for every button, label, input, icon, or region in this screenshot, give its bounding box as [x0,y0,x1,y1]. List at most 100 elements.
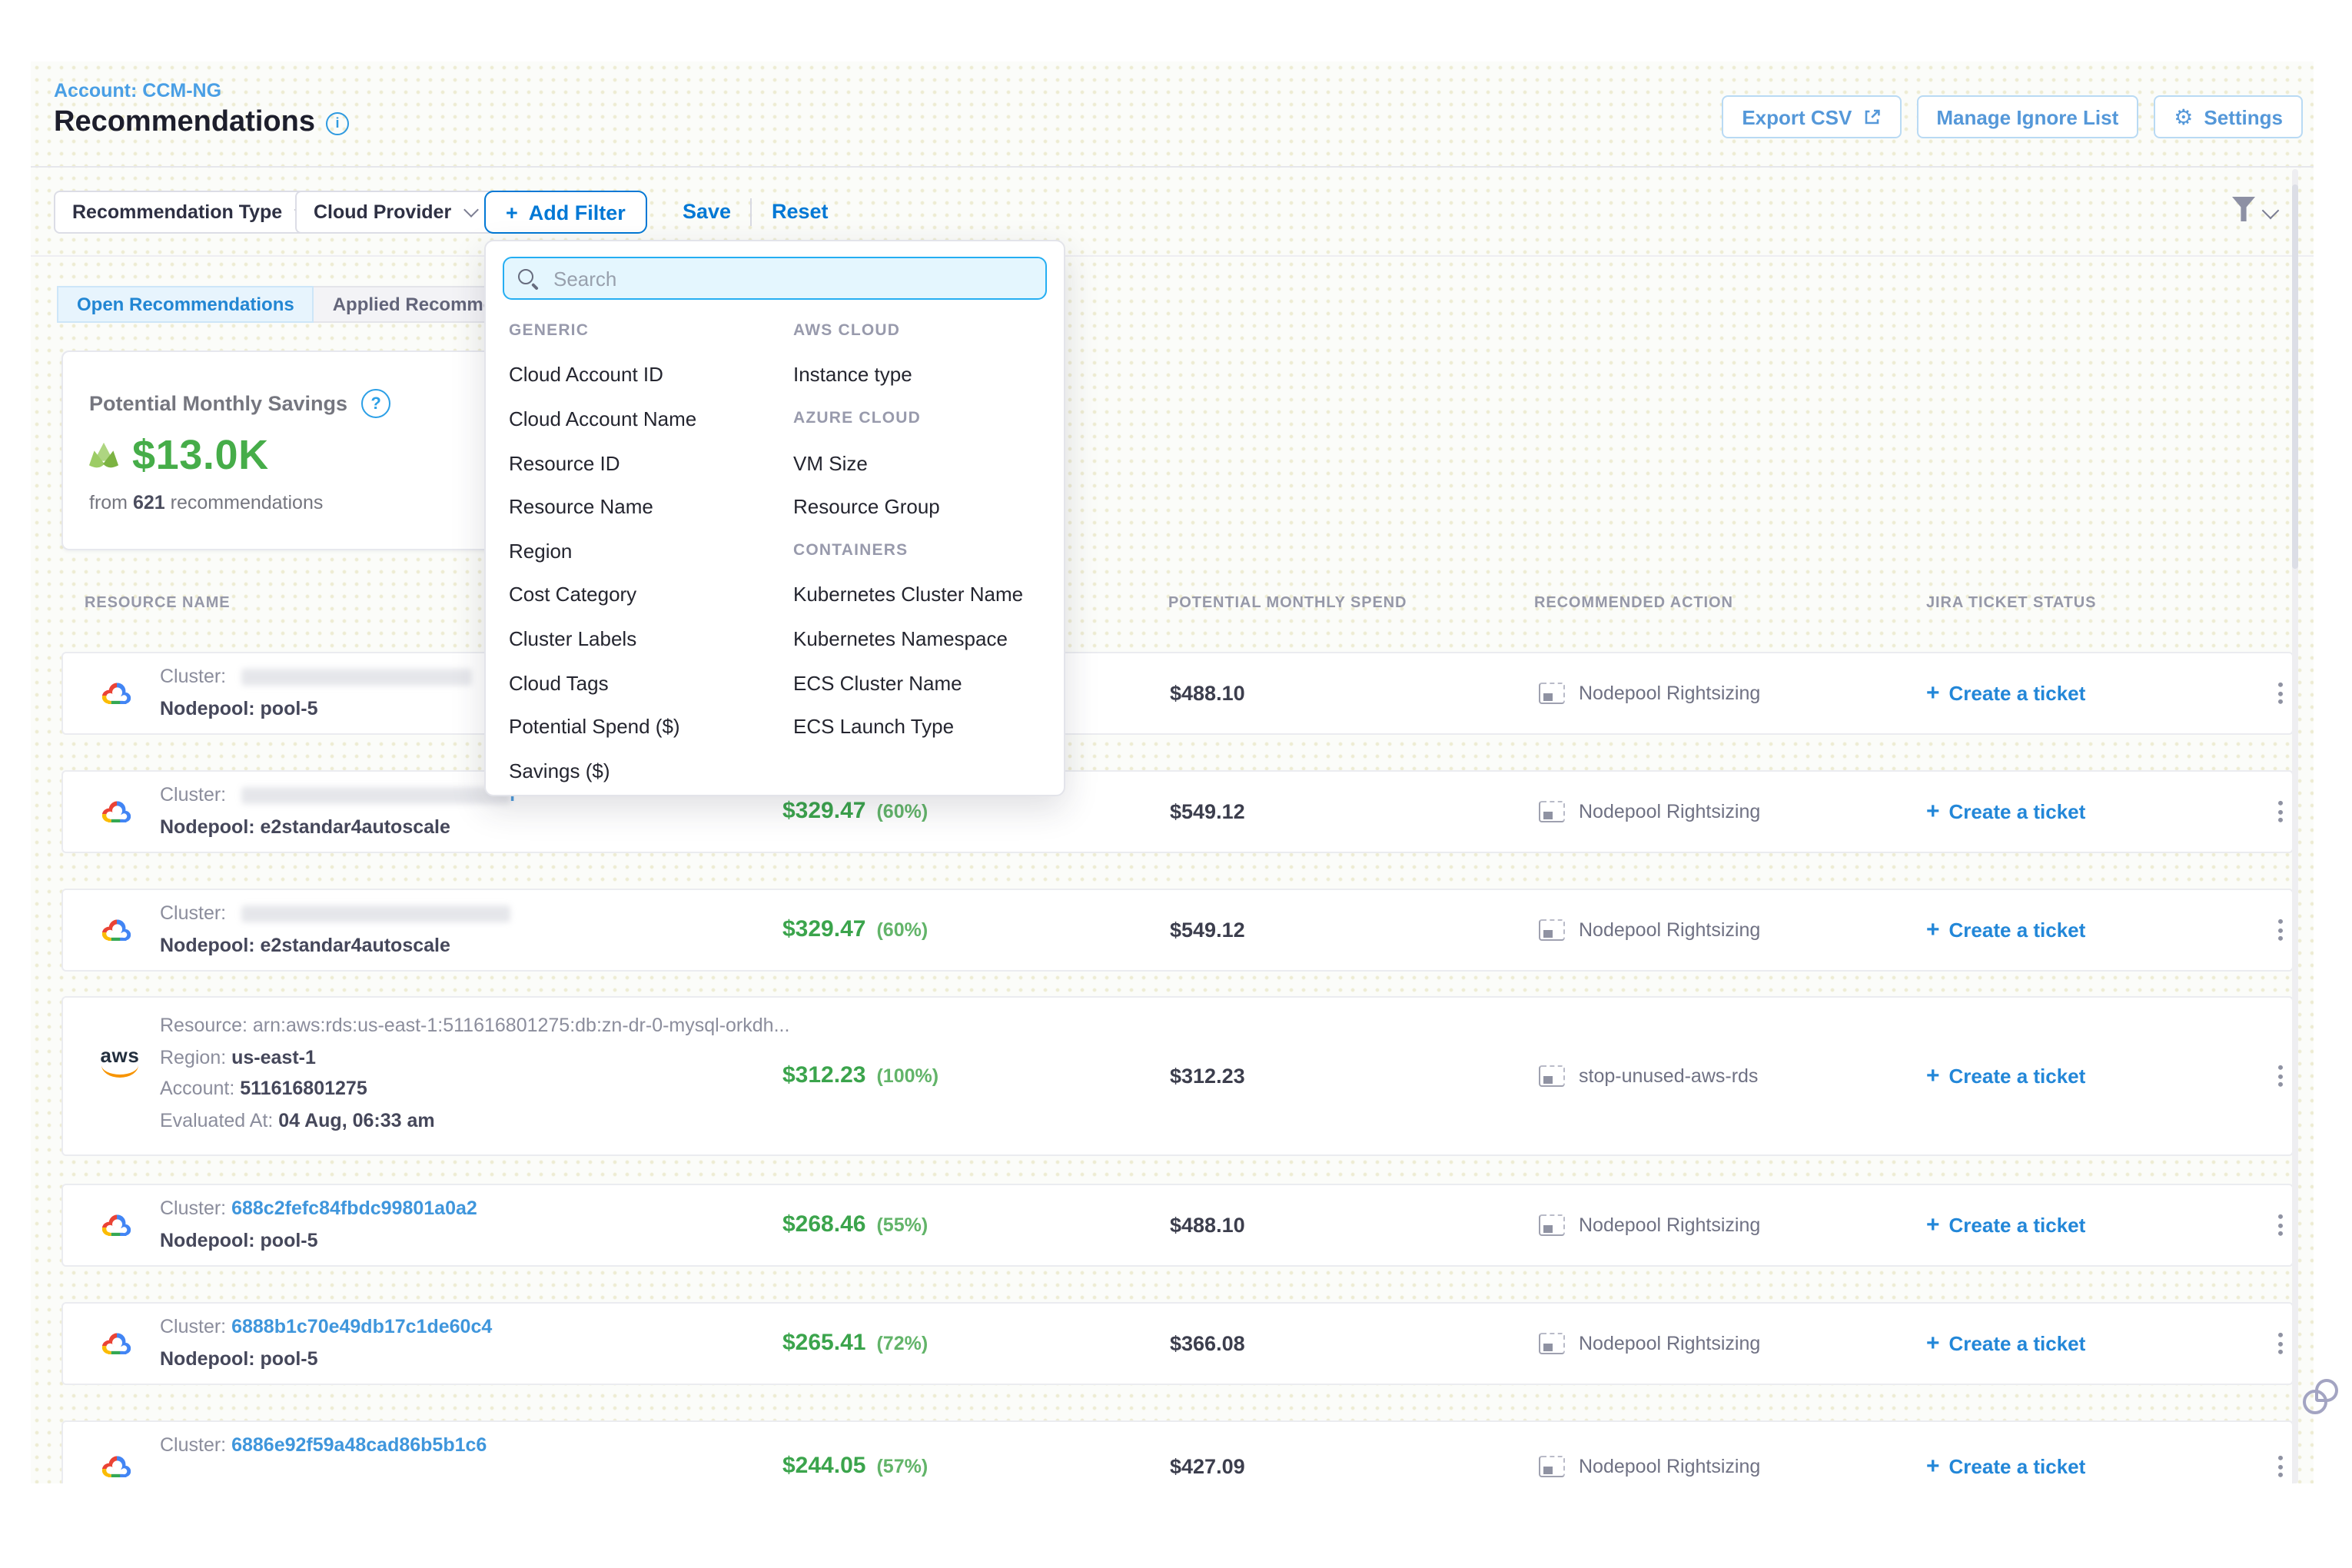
filter-section-heading: AZURE CLOUD [793,410,921,428]
export-csv-label: Export CSV [1742,105,1852,128]
create-ticket-button[interactable]: +Create a ticket [1926,1063,2085,1089]
cluster-link[interactable]: 6886e92f59a48cad86b5b1c6 [231,1434,487,1456]
gcp-logo-icon [97,1222,137,1248]
save-button[interactable]: Save [683,200,731,223]
filter-option[interactable]: Kubernetes Cluster Name [793,583,1023,606]
provider-icon-wrap [97,796,137,836]
tab-open-recommendations[interactable]: Open Recommendations [57,286,314,323]
filter-option[interactable]: Cloud Account ID [509,364,663,387]
filter-option[interactable]: ECS Cluster Name [793,671,962,694]
filter-option[interactable]: Kubernetes Namespace [793,627,1008,650]
nodepool-label: Nodepool: e2standar4autoscale [160,935,450,956]
page-title-row: Recommendations i [54,106,349,140]
create-ticket-button[interactable]: +Create a ticket [1926,799,2085,825]
kebab-menu[interactable] [2272,676,2289,710]
create-ticket-button[interactable]: +Create a ticket [1926,1330,2085,1357]
filter-option[interactable]: Resource ID [509,451,620,474]
kebab-menu[interactable] [2272,1327,2289,1360]
filter-option[interactable]: Cluster Labels [509,627,636,650]
detail-value: 511616801275 [240,1078,367,1099]
filter-option[interactable]: Cost Category [509,583,636,606]
filter-section-heading: GENERIC [509,322,589,341]
create-ticket-button[interactable]: +Create a ticket [1926,680,2085,706]
search-field[interactable] [503,257,1047,300]
cloud-provider-label: Cloud Provider [314,201,451,223]
page-title: Recommendations [54,106,315,140]
scrollbar-thumb[interactable] [2292,184,2298,569]
detail-value: arn:aws:rds:us-east-1:511616801275:db:zn… [253,1015,790,1036]
export-csv-button[interactable]: Export CSV [1722,95,1901,138]
recommended-action-cell: Nodepool Rightsizing [1539,1214,1760,1236]
filter-option[interactable]: Cloud Tags [509,671,609,694]
create-ticket-label: Create a ticket [1949,1332,2086,1355]
cloud-provider-filter[interactable]: Cloud Provider [295,191,494,234]
table-row: Cluster: Nodepool: pool-5$488.10Nodepool… [61,652,2294,735]
filter-option[interactable]: Cloud Account Name [509,407,696,430]
add-filter-dropdown: GENERIC Cloud Account ID Cloud Account Nam… [484,240,1065,796]
filter-option[interactable]: Region [509,540,572,563]
create-ticket-button[interactable]: +Create a ticket [1926,917,2085,943]
settings-label: Settings [2204,105,2283,128]
kebab-menu[interactable] [2272,1059,2289,1093]
create-ticket-label: Create a ticket [1949,1214,2086,1237]
filter-option[interactable]: Potential Spend ($) [509,715,680,738]
column-header-resource-name: RESOURCE NAME [85,595,231,612]
filter-options-generic-column: GENERIC Cloud Account ID Cloud Account Nam… [509,309,786,792]
table-row: Cluster: 6886e92f59a48cad86b5b1c6$244.05… [61,1420,2294,1483]
recommendation-type-filter[interactable]: Recommendation Type [54,191,325,234]
search-input[interactable] [550,265,1031,291]
filter-option[interactable]: Savings ($) [509,759,610,782]
redacted-text [241,905,510,922]
filter-option[interactable]: Instance type [793,364,912,387]
cluster-link[interactable]: 6888b1c70e49db17c1de60c4 [231,1316,492,1337]
filter-option[interactable]: Resource Name [509,495,653,518]
filter-icon[interactable] [2232,197,2255,221]
account-breadcrumb[interactable]: Account: CCM-NG [54,80,221,101]
table-row: awsResource: arn:aws:rds:us-east-1:51161… [61,996,2294,1156]
cluster-label: Cluster: [160,666,231,687]
recommendations-app: Account: CCM-NG Recommendations i Export… [31,61,2314,1483]
filter-divider [31,255,2314,257]
reset-button[interactable]: Reset [772,200,829,223]
gcp-logo-icon [97,1340,137,1367]
gcp-logo-icon [97,690,137,716]
recommendation-icon [1539,801,1565,822]
savings-card-title: Potential Monthly Savings [89,392,347,415]
create-ticket-button[interactable]: +Create a ticket [1926,1453,2085,1480]
kebab-menu[interactable] [2272,913,2289,947]
recommendation-action: Nodepool Rightsizing [1579,919,1760,941]
savings-percent: (60%) [876,801,928,822]
column-header-potential-monthly-spend: POTENTIAL MONTHLY SPEND [1168,595,1407,612]
recommendation-action: Nodepool Rightsizing [1579,1214,1760,1236]
savings-value: $329.47 [782,916,865,942]
spend-value: $488.10 [1170,682,1245,705]
chevron-down-icon[interactable] [2262,202,2280,220]
filter-option[interactable]: VM Size [793,451,868,474]
add-filter-button[interactable]: + Add Filter [484,191,647,234]
support-icon[interactable] [2303,1379,2340,1416]
spend-value: $488.10 [1170,1214,1245,1237]
filter-option[interactable]: Resource Group [793,495,940,518]
cluster-label: Cluster: [160,1316,231,1337]
savings-percent: (57%) [876,1456,928,1477]
nodepool-label: Nodepool: pool-5 [160,1348,318,1370]
manage-ignore-list-button[interactable]: Manage Ignore List [1916,95,2138,138]
cluster-link[interactable]: 688c2fefc84fbdc99801a0a2 [231,1198,477,1219]
create-ticket-label: Create a ticket [1949,1065,2086,1088]
kebab-menu[interactable] [2272,795,2289,829]
recommendation-icon [1539,919,1565,941]
settings-button[interactable]: ⚙ Settings [2154,95,2303,138]
kebab-menu[interactable] [2272,1450,2289,1483]
filter-option[interactable]: ECS Launch Type [793,715,954,738]
info-icon[interactable]: i [326,111,349,135]
savings-count: 621 [133,492,165,513]
money-bag-icon [86,440,121,471]
recommendation-icon [1539,1333,1565,1354]
kebab-menu[interactable] [2272,1208,2289,1242]
savings-percent: (60%) [876,919,928,941]
provider-icon-wrap [97,1451,137,1483]
spend-value: $312.23 [1170,1065,1245,1088]
help-icon[interactable]: ? [361,389,390,418]
savings-value: $265.41 [782,1330,865,1356]
create-ticket-button[interactable]: +Create a ticket [1926,1212,2085,1238]
